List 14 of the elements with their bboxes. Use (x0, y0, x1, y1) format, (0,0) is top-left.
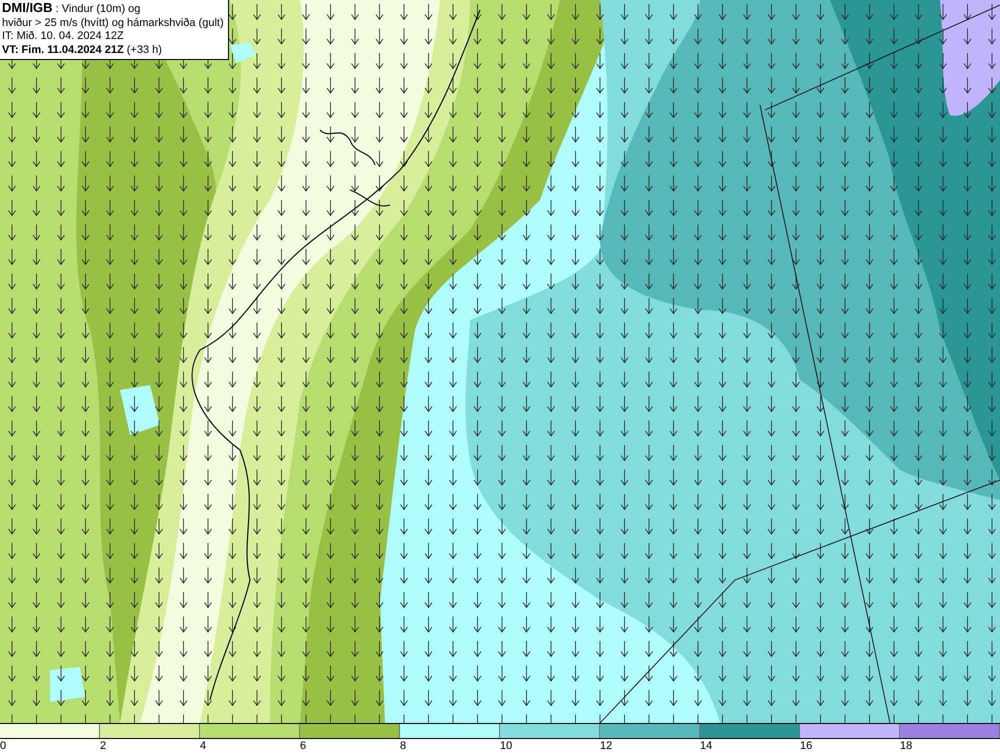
legend-tick-label: 10 (500, 739, 512, 753)
info-line: DMI/IGB : Vindur (10m) og (2, 1, 142, 16)
legend-tick-label: 6 (300, 739, 306, 753)
info-line: IT: Mið. 10. 04. 2024 12Z (2, 30, 125, 44)
legend-tick-label: 16 (800, 739, 812, 753)
legend-tick-label: 0 (0, 739, 6, 753)
legend-tick-label: 8 (400, 739, 406, 753)
legend-tick-label: 14 (700, 739, 712, 753)
legend-tick-label: 2 (100, 739, 106, 753)
legend-tick-label: 18 (900, 739, 912, 753)
legend-tick-label: 4 (200, 739, 206, 753)
legend-tick-label: 12 (600, 739, 612, 753)
info-line: VT: Fim. 11.04.2024 21Z (+33 h) (2, 44, 163, 57)
info-line: hviður > 25 m/s (hvítt) og hámarkshviða (gult) (2, 16, 224, 30)
